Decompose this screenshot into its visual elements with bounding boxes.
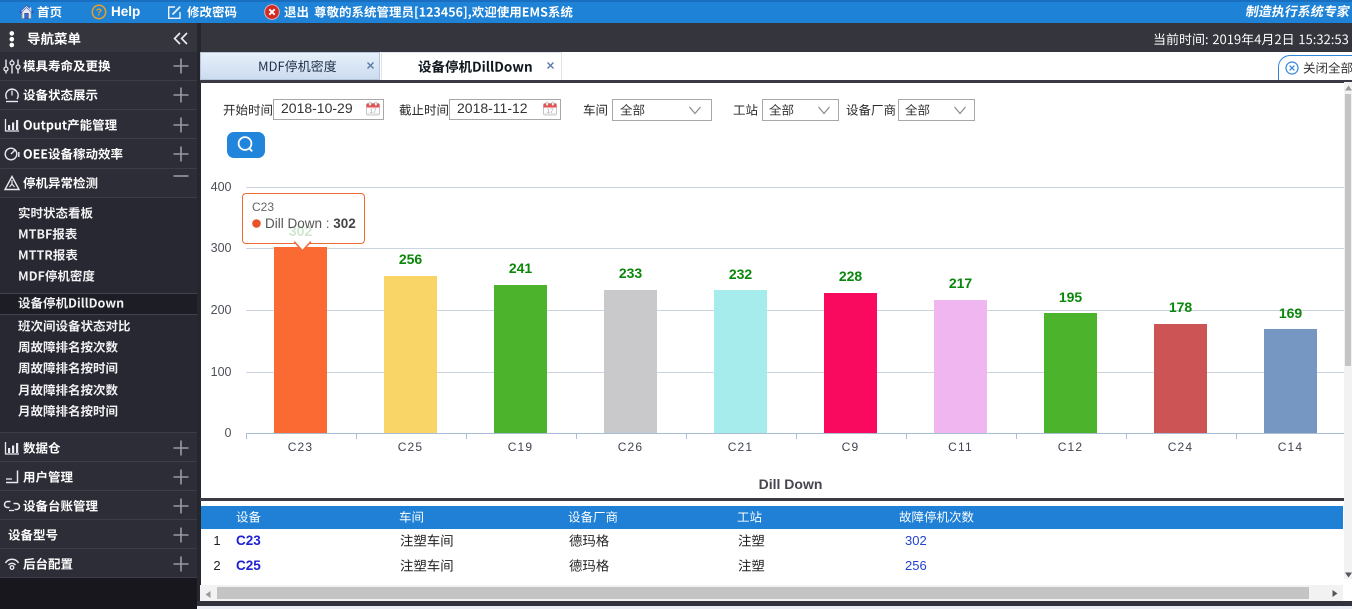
svg-text:?: ? bbox=[96, 7, 102, 19]
